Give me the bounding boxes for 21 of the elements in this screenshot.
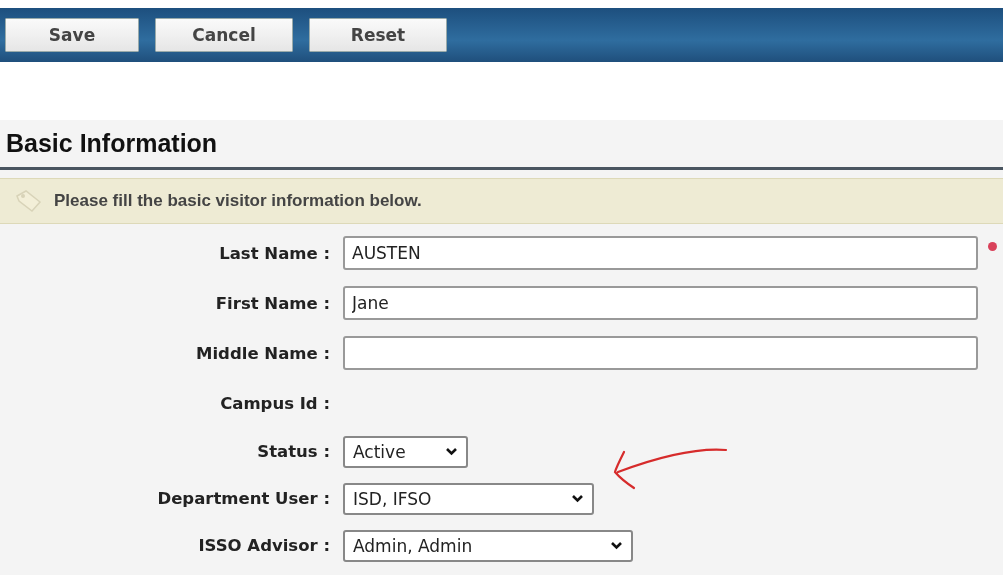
field-label: Middle Name : [195, 342, 330, 365]
chevron-icon [445, 447, 458, 456]
info-text: Please fill the basic visitor information below. [54, 191, 422, 211]
section-title: Basic Information [6, 129, 218, 158]
field-label: Last Name : [218, 242, 330, 265]
toolbar-button[interactable]: Reset [309, 18, 447, 52]
tag-icon [14, 188, 42, 214]
field-label: Department User : [156, 488, 330, 510]
dropdown[interactable]: Active [343, 435, 468, 468]
text-field[interactable] [343, 336, 978, 370]
field-label: Status : [256, 441, 330, 463]
toolbar-button[interactable]: Save [5, 18, 139, 52]
dropdown[interactable]: Admin, Admin [343, 529, 633, 562]
chevron-icon [571, 494, 584, 503]
dropdown[interactable]: ISD, IFSO [343, 482, 594, 515]
field-label: Campus Id : [219, 392, 330, 415]
chevron-icon [610, 541, 623, 550]
text-field[interactable]: AUSTEN [343, 236, 978, 270]
field-label: ISSO Advisor : [197, 535, 330, 557]
field-label: First Name : [214, 292, 330, 315]
toolbar-button[interactable]: Cancel [155, 18, 293, 52]
